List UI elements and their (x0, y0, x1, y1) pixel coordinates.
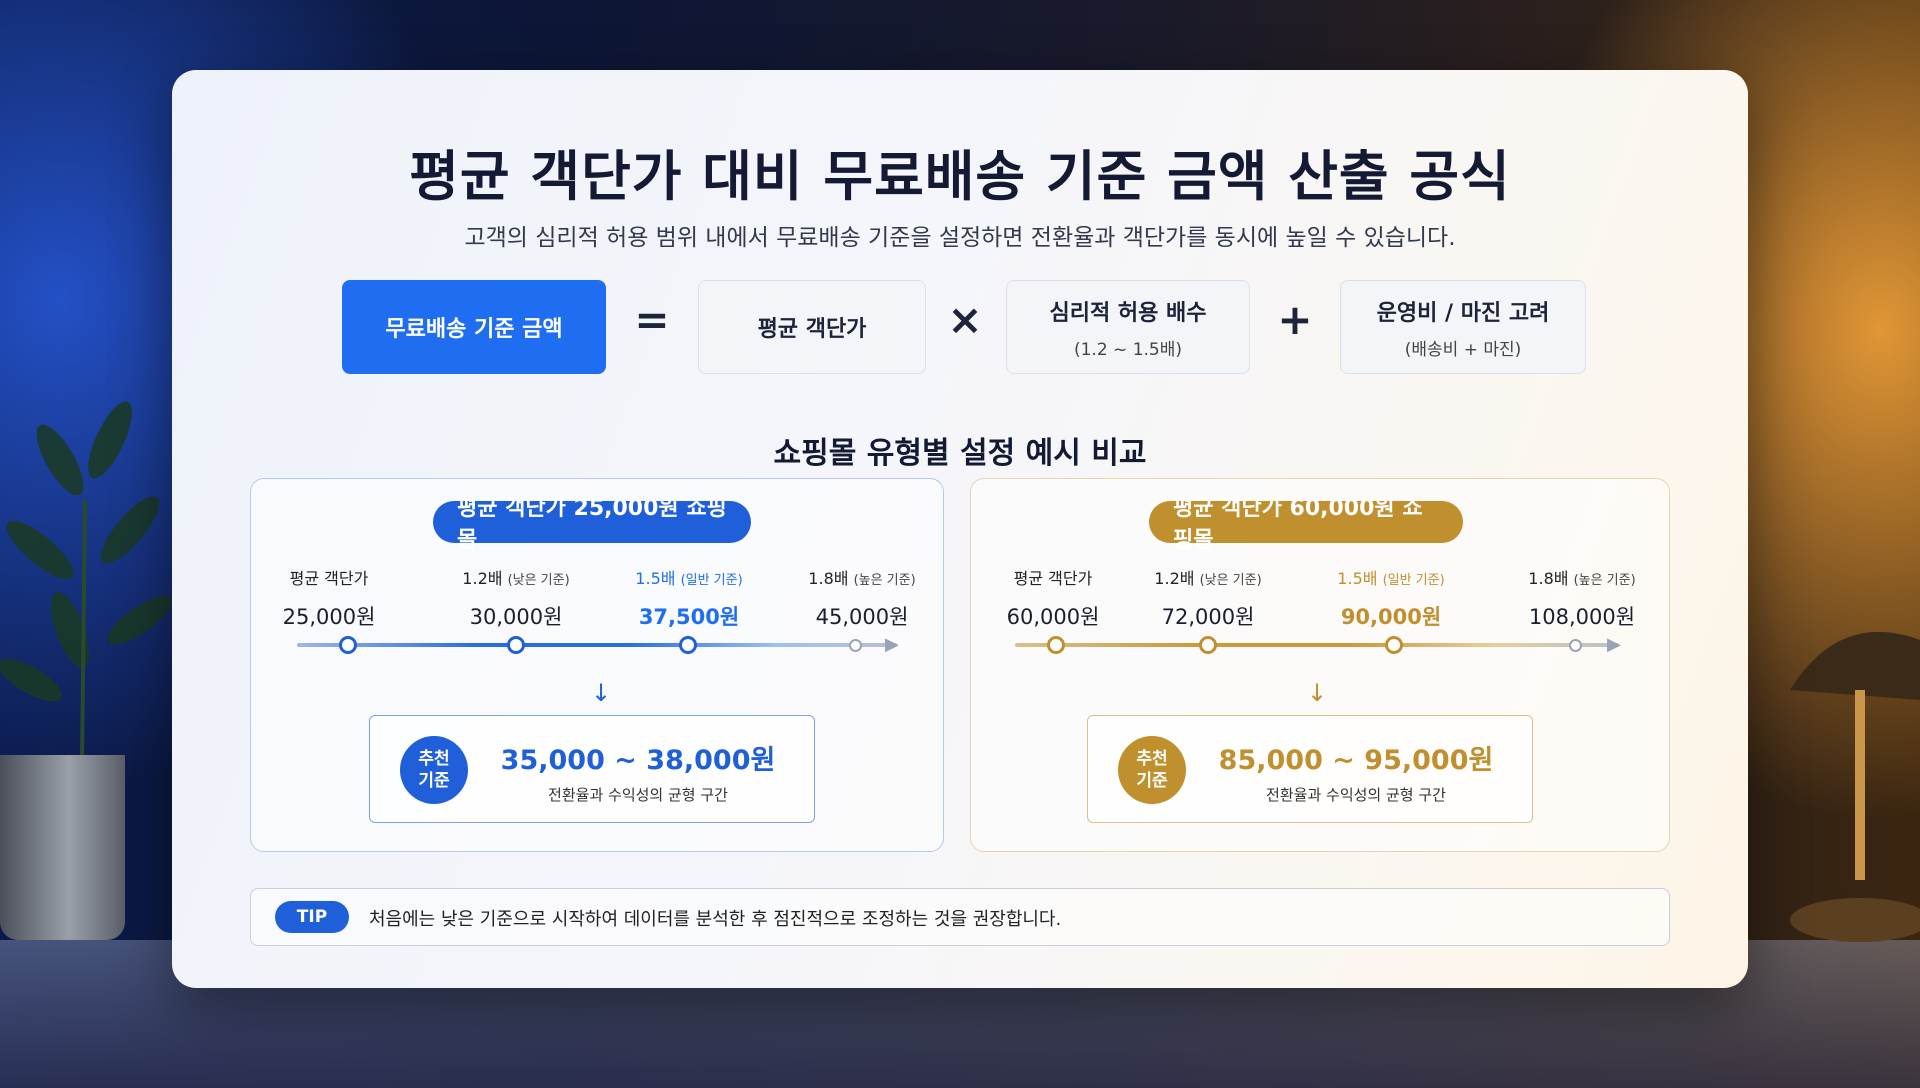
multiply-sign: × (947, 295, 983, 344)
formula-term3-label: 운영비 / 마진 고려 (1376, 300, 1550, 326)
stat-label: 1.5배 (일반 기준) (635, 569, 743, 588)
stat-label: 1.5배 (일반 기준) (1337, 569, 1445, 588)
formula-term-multiplier: 심리적 허용 배수 (1.2 ~ 1.5배) (1006, 280, 1250, 374)
stat-label: 1.2배 (낮은 기준) (1154, 569, 1262, 588)
stat-high: 1.8배 (높은 기준) 45,000원 (797, 565, 927, 631)
recommend-badge: 추천 기준 (400, 736, 468, 804)
formula-term2-label: 심리적 허용 배수 (1049, 300, 1207, 326)
scale-point-average (339, 636, 357, 654)
stat-label: 1.8배 (높은 기준) (808, 569, 916, 588)
formula-result-box: 무료배송 기준 금액 (342, 280, 606, 374)
tip-badge: TIP (275, 901, 349, 933)
stat-high: 1.8배 (높은 기준) 108,000원 (1517, 565, 1647, 631)
comparison-panel-25000: 평균 객단가 25,000원 쇼핑몰 평균 객단가 25,000원 1.2배 (… (250, 478, 944, 852)
stat-label: 평균 객단가 (289, 569, 369, 588)
scale-track (297, 643, 897, 647)
stat-label: 1.8배 (높은 기준) (1528, 569, 1636, 588)
scale-point-average (1047, 636, 1065, 654)
panel-header-pill: 평균 객단가 60,000원 쇼핑몰 (1149, 496, 1463, 553)
comparison-panel-60000: 평균 객단가 60,000원 쇼핑몰 평균 객단가 60,000원 1.2배 (… (970, 478, 1670, 852)
panel-header-pill: 평균 객단가 25,000원 쇼핑몰 (433, 496, 751, 553)
scale-point-low (1199, 636, 1217, 654)
stat-value: 45,000원 (815, 605, 909, 629)
stat-average: 평균 객단가 25,000원 (279, 565, 379, 631)
stat-value: 108,000원 (1528, 605, 1636, 629)
stat-normal: 1.5배 (일반 기준) 37,500원 (619, 565, 759, 631)
stat-value: 30,000원 (469, 605, 563, 629)
formula-term2-sub: (1.2 ~ 1.5배) (1073, 339, 1183, 360)
formula-term3-sub: (배송비 + 마진) (1404, 339, 1522, 360)
formula-term-operating-cost: 운영비 / 마진 고려 (배송비 + 마진) (1340, 280, 1586, 374)
scale-point-low (507, 636, 525, 654)
stat-normal: 1.5배 (일반 기준) 90,000원 (1321, 565, 1461, 631)
scale-arrow-icon: ▶ (885, 634, 899, 655)
scale-track (1015, 643, 1619, 647)
stat-value: 25,000원 (282, 605, 376, 629)
lamp-decoration (1790, 631, 1920, 942)
scale-arrow-icon: ▶ (1607, 634, 1621, 655)
down-arrow-icon: ↓ (591, 679, 612, 707)
page-title: 평균 객단가 대비 무료배송 기준 금액 산출 공식 (409, 145, 1511, 208)
section-title: 쇼핑몰 유형별 설정 예시 비교 (773, 436, 1147, 471)
scale-point-normal (1385, 636, 1403, 654)
recommend-badge: 추천 기준 (1118, 736, 1186, 804)
stat-low: 1.2배 (낮은 기준) 72,000원 (1143, 565, 1273, 631)
recommend-range: 85,000 ~ 95,000원 (1218, 745, 1494, 776)
formula-term-average-order: 평균 객단가 (698, 280, 926, 374)
scale-point-high (849, 639, 862, 652)
stat-value: 72,000원 (1161, 605, 1255, 629)
recommendation-box: 추천 기준 35,000 ~ 38,000원 전환율과 수익성의 균형 구간 (369, 715, 815, 823)
stat-value: 37,500원 (638, 605, 740, 629)
recommend-range: 35,000 ~ 38,000원 (500, 745, 776, 776)
plus-sign: + (1277, 295, 1313, 344)
scale-point-normal (679, 636, 697, 654)
formula-result-label: 무료배송 기준 금액 (385, 317, 563, 342)
recommendation-box: 추천 기준 85,000 ~ 95,000원 전환율과 수익성의 균형 구간 (1087, 715, 1533, 823)
plant-pot (0, 755, 125, 940)
scale-point-high (1569, 639, 1582, 652)
main-card: 평균 객단가 대비 무료배송 기준 금액 산출 공식 고객의 심리적 허용 범위… (172, 70, 1748, 988)
stat-low: 1.2배 (낮은 기준) 30,000원 (451, 565, 581, 631)
recommend-description: 전환율과 수익성의 균형 구간 (548, 786, 728, 804)
tip-text: 처음에는 낮은 기준으로 시작하여 데이터를 분석한 후 점진적으로 조정하는 … (369, 909, 1062, 930)
down-arrow-icon: ↓ (1307, 679, 1328, 707)
stat-label: 평균 객단가 (1013, 569, 1093, 588)
stat-average: 평균 객단가 60,000원 (1003, 565, 1103, 631)
formula-term1-label: 평균 객단가 (757, 317, 867, 342)
stat-value: 60,000원 (1006, 605, 1100, 629)
tip-bar: TIP 처음에는 낮은 기준으로 시작하여 데이터를 분석한 후 점진적으로 조… (250, 888, 1670, 946)
stat-label: 1.2배 (낮은 기준) (462, 569, 570, 588)
page-subtitle: 고객의 심리적 허용 범위 내에서 무료배송 기준을 설정하면 전환율과 객단가… (464, 225, 1456, 251)
recommend-description: 전환율과 수익성의 균형 구간 (1266, 786, 1446, 804)
stat-value: 90,000원 (1340, 605, 1442, 629)
equals-sign: = (634, 295, 670, 344)
